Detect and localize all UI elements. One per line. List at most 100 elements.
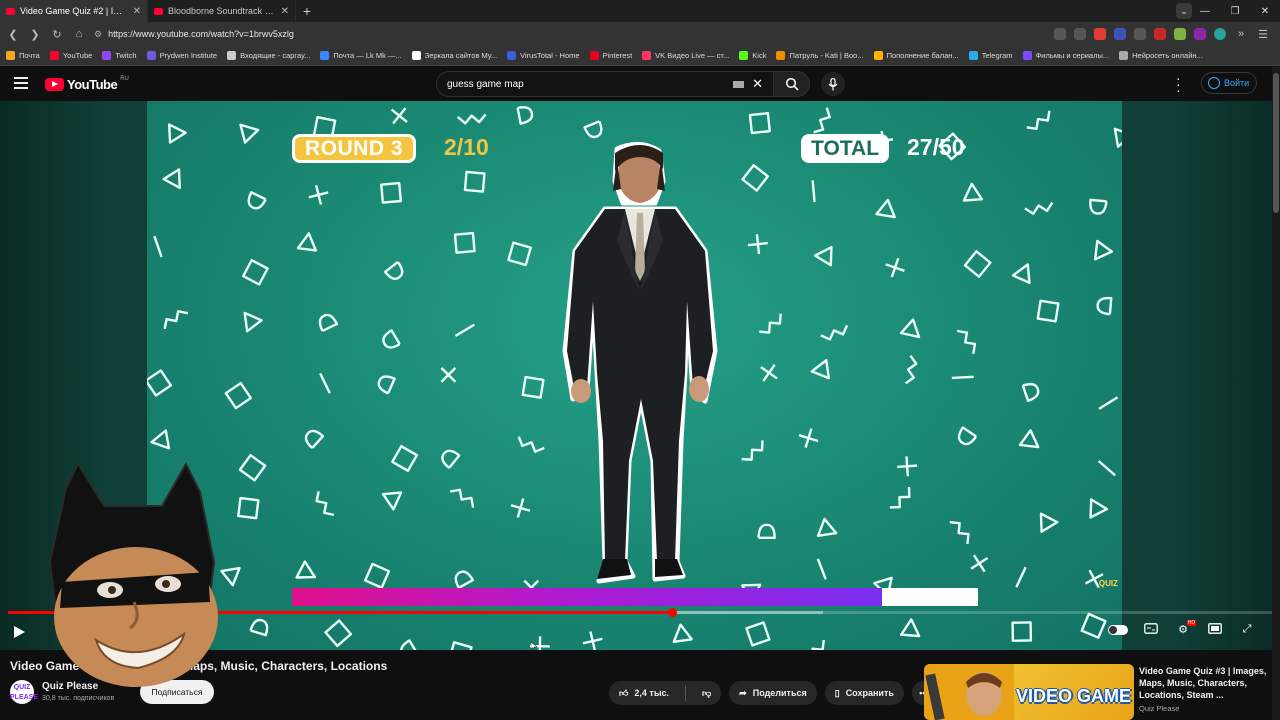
quiz-watermark: QUIZ <box>1098 579 1118 588</box>
youtube-favicon-icon <box>154 7 163 15</box>
recommended-video-title[interactable]: Video Game Quiz #3 | Images, Maps, Music… <box>1139 665 1269 701</box>
close-tab-icon[interactable]: ✕ <box>281 6 289 17</box>
bookmark-item[interactable]: Prydwen Institute <box>146 51 218 60</box>
bookmark-label: VirusTotal - Home <box>520 51 580 60</box>
bookmark-item[interactable]: Pinterest <box>589 51 632 60</box>
video-frame: ROUND 3 2/10 TOTAL 27/50 QUIZ <box>147 101 1122 650</box>
bookmark-favicon-icon <box>642 51 652 60</box>
bookmark-favicon-icon <box>411 51 421 60</box>
extension-icon[interactable] <box>1134 28 1146 40</box>
bookmark-label: Prydwen Institute <box>159 51 218 60</box>
tab-bloodborne-soundtrack[interactable]: Bloodborne Soundtrack OST - M ✕ <box>148 0 296 22</box>
clear-search-icon[interactable]: ✕ <box>752 76 763 92</box>
thumbs-up-icon: 👍︎ <box>619 687 629 698</box>
bookmark-item[interactable]: Зеркала сайтов Му... <box>411 51 498 60</box>
bookmark-star-icon[interactable] <box>1074 28 1086 40</box>
subtitles-icon[interactable] <box>1142 623 1160 637</box>
bookmark-item[interactable]: Нейросеть онлайн... <box>1119 51 1203 60</box>
profile-avatar-icon[interactable] <box>1214 28 1226 40</box>
extension-icon[interactable] <box>1094 28 1106 40</box>
bookmark-item[interactable]: VK Видео Live — ст... <box>642 51 729 60</box>
bookmark-item[interactable]: Почта <box>6 51 40 60</box>
search-button[interactable] <box>774 71 810 97</box>
bookmark-item[interactable]: YouTube <box>49 51 93 60</box>
url-text: https://www.youtube.com/watch?v=1brwv5xz… <box>108 29 294 39</box>
logo-text: YouTube <box>67 77 118 92</box>
fullscreen-icon[interactable]: ⤢ <box>1238 623 1256 637</box>
browser-tab-bar: Video Game Quiz #2 | Image ✕ Bloodborne … <box>0 0 1280 22</box>
theater-mode-icon[interactable] <box>1206 623 1224 637</box>
back-icon[interactable]: ❮ <box>6 28 20 41</box>
tab-video-game-quiz[interactable]: Video Game Quiz #2 | Image ✕ <box>0 0 148 22</box>
bookmark-item[interactable]: Фильмы и сериалы... <box>1022 51 1109 60</box>
menu-icon[interactable] <box>14 77 28 89</box>
install-app-icon[interactable] <box>1054 28 1066 40</box>
more-extensions-icon[interactable]: » <box>1234 28 1248 40</box>
bookmark-label: Зеркала сайтов Му... <box>424 51 498 60</box>
home-icon[interactable]: ⌂ <box>72 28 86 40</box>
minimize-icon[interactable]: — <box>1190 6 1220 17</box>
bookmark-label: Почта <box>19 51 40 60</box>
extension-icon[interactable] <box>1174 28 1186 40</box>
bookmark-item[interactable]: Twitch <box>102 51 137 60</box>
extension-icon[interactable] <box>1154 28 1166 40</box>
microphone-icon <box>828 77 838 90</box>
like-button[interactable]: 👍︎ 2,4 тыс. <box>609 681 679 705</box>
page-scrollbar[interactable] <box>1272 67 1280 720</box>
scrubber-handle[interactable] <box>667 608 677 617</box>
bookmark-item[interactable]: VirusTotal - Home <box>507 51 580 60</box>
reload-icon[interactable]: ↻ <box>50 28 64 41</box>
youtube-header: YouTube RU ✕ ··· Войти <box>0 67 1280 101</box>
browser-menu-icon[interactable]: ☰ <box>1256 28 1270 41</box>
extensions-row: » ☰ <box>1054 28 1274 41</box>
extension-icon[interactable] <box>1194 28 1206 40</box>
close-window-icon[interactable]: ✕ <box>1250 6 1280 17</box>
bookmark-favicon-icon <box>49 51 59 60</box>
dislike-button[interactable]: 👎︎ <box>692 681 721 705</box>
search-input[interactable] <box>447 78 734 90</box>
play-button[interactable] <box>12 625 26 644</box>
site-info-icon[interactable]: ⚙ <box>94 29 102 40</box>
settings-menu-icon[interactable]: · · · <box>1176 71 1181 97</box>
scrollbar-thumb[interactable] <box>1273 73 1279 213</box>
bookmark-label: Twitch <box>115 51 137 60</box>
bookmark-favicon-icon <box>873 51 883 60</box>
youtube-play-icon <box>45 78 64 91</box>
bookmark-item[interactable]: Пополнение балан... <box>873 51 959 60</box>
channel-avatar[interactable]: QUIZ PLEASE <box>10 680 38 704</box>
save-button[interactable]: ▯ Сохранить <box>824 681 904 705</box>
keyboard-icon[interactable] <box>733 80 745 88</box>
total-badge: TOTAL <box>801 134 890 163</box>
new-tab-button[interactable]: + <box>296 3 318 19</box>
url-field[interactable]: ⚙ https://www.youtube.com/watch?v=1brwv5… <box>94 25 1046 43</box>
bookmark-label: Патруль - Kati | Boo... <box>789 51 864 60</box>
sign-in-button[interactable]: Войти <box>1201 72 1257 94</box>
youtube-logo[interactable]: YouTube RU <box>45 76 129 92</box>
bookmark-label: YouTube <box>62 51 93 60</box>
settings-gear-icon[interactable]: ⚙ HD <box>1174 620 1196 637</box>
extension-icon[interactable] <box>1114 28 1126 40</box>
voice-search-button[interactable] <box>821 72 845 96</box>
autoplay-toggle[interactable] <box>1108 625 1128 635</box>
bookmark-item[interactable]: Почта — Lk Mk —... <box>320 51 402 60</box>
search-icon <box>785 77 799 91</box>
bookmark-favicon-icon <box>6 51 15 60</box>
save-label: Сохранить <box>845 688 894 698</box>
bookmark-item[interactable]: Патруль - Kati | Boo... <box>776 51 864 60</box>
recommended-video-thumbnail[interactable]: VIDEO GAME <box>924 664 1134 720</box>
bookmark-item[interactable]: Входящие - саргау... <box>227 51 310 60</box>
share-button[interactable]: ➦ Поделиться <box>729 681 817 705</box>
thumbnail-text: VIDEO GAME <box>1016 686 1132 706</box>
streamer-overlay-image <box>48 462 218 687</box>
bookmark-item[interactable]: Kick <box>739 51 766 60</box>
tab-title: Bloodborne Soundtrack OST - M <box>168 6 276 16</box>
maximize-icon[interactable]: ❐ <box>1220 6 1250 17</box>
forward-icon[interactable]: ❯ <box>28 28 42 41</box>
thumbnail-person-image <box>924 664 1014 720</box>
bookmark-item[interactable]: Telegram <box>968 51 1013 60</box>
address-toolbar: ❮ ❯ ↻ ⌂ ⚙ https://www.youtube.com/watch?… <box>0 22 1280 46</box>
close-tab-icon[interactable]: ✕ <box>133 6 141 17</box>
bookmark-favicon-icon <box>1022 51 1032 60</box>
thumbs-down-icon: 👎︎ <box>702 687 712 698</box>
bookmark-favicon-icon <box>227 51 237 60</box>
